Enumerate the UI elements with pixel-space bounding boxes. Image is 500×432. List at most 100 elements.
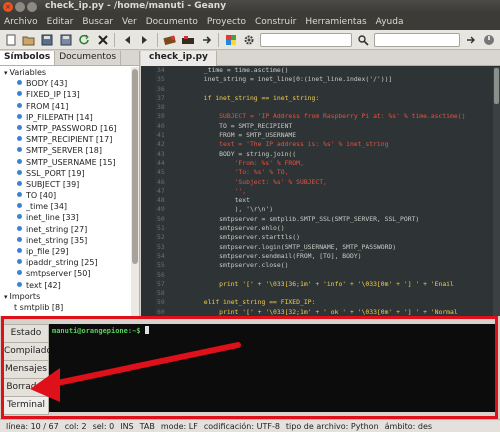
code-area[interactable]: 34 _time = time.asctime() 35 inet_string … [157, 66, 493, 316]
code-line[interactable]: 40 TO = SMTP_RECIPIENT [157, 122, 493, 131]
tab-borrador[interactable]: Borrador [3, 378, 49, 397]
quit-icon[interactable] [482, 32, 497, 48]
editor-scrollbar[interactable] [493, 67, 500, 316]
code-line[interactable]: 37 if inet_string == inet_string: [157, 94, 493, 103]
code-line[interactable]: 59 elif inet_string == FIXED_IP: [157, 298, 493, 307]
code-line[interactable]: 54 smtpserver.sendmail(FROM, [TO], BODY) [157, 252, 493, 261]
save-all-icon[interactable] [58, 32, 73, 48]
scrollbar-thumb[interactable] [494, 68, 499, 104]
close-icon[interactable] [95, 32, 110, 48]
code-line[interactable]: 51 smtpserver.ehlo() [157, 224, 493, 233]
tree-item[interactable]: IP_FILEPATH [14] [0, 112, 131, 123]
menu-ayuda[interactable]: Ayuda [376, 17, 404, 27]
tab-mensajes[interactable]: Mensajes [3, 360, 49, 379]
code-line[interactable]: 53 smtpserver.login(SMTP_USERNAME, SMTP_… [157, 243, 493, 252]
tree-item[interactable]: BODY [43] [0, 78, 131, 89]
reload-icon[interactable] [77, 32, 92, 48]
goto-icon[interactable] [463, 32, 478, 48]
code-line[interactable]: 36 [157, 85, 493, 94]
tree-item[interactable]: SMTP_RECIPIENT [17] [0, 134, 131, 145]
menu-editar[interactable]: Editar [47, 17, 74, 27]
line-number: 44 [157, 158, 165, 167]
close-window-button[interactable]: × [3, 2, 13, 12]
code-line[interactable]: 42 text = 'The IP address is: %s' % inet… [157, 140, 493, 149]
code-line[interactable]: 43 BODY = string.join(( [157, 150, 493, 159]
tree-item[interactable]: SSL_PORT [19] [0, 168, 131, 179]
tab-terminal[interactable]: Terminal [3, 396, 49, 415]
tree-item[interactable]: TO [40] [0, 190, 131, 201]
minimize-window-button[interactable] [15, 2, 25, 12]
code-line[interactable]: 49 ), '\r\n') [157, 205, 493, 214]
tree-item[interactable]: inet_string [27] [0, 224, 131, 235]
tree-item[interactable]: inet_line [33] [0, 212, 131, 223]
back-icon[interactable] [119, 32, 134, 48]
code-line[interactable]: 60 print '[' + '\033[32;1m' + ' ok ' + '… [157, 308, 493, 316]
tree-item[interactable]: inet_string [35] [0, 235, 131, 246]
tree-item[interactable]: ip_file [29] [0, 246, 131, 257]
maximize-window-button[interactable] [27, 2, 37, 12]
expander-down-icon[interactable]: ▾ [4, 293, 8, 301]
terminal-prompt: manuti@orangepione:~$ [52, 327, 141, 335]
tree-item[interactable]: SMTP_PASSWORD [16] [0, 123, 131, 134]
open-file-icon[interactable] [21, 32, 36, 48]
code-line[interactable]: 57 print '[' + '\033[36;1m' + 'info' + '… [157, 280, 493, 289]
code-line[interactable]: 58 [157, 289, 493, 298]
terminal-view[interactable]: manuti@orangepione:~$ [49, 324, 495, 412]
expander-down-icon[interactable]: ▾ [4, 69, 8, 77]
tree-item-label: smtpserver [50] [26, 269, 91, 279]
menu-documento[interactable]: Documento [146, 17, 198, 27]
menu-construir[interactable]: Construir [255, 17, 296, 27]
code-line[interactable]: 56 [157, 271, 493, 280]
menu-proyecto[interactable]: Proyecto [207, 17, 246, 27]
code-line[interactable]: 50 smtpserver = smtplib.SMTP_SSL(SMTP_SE… [157, 215, 493, 224]
preferences-icon[interactable] [242, 32, 257, 48]
tab-compilador[interactable]: Compilador [3, 342, 56, 361]
goto-line-field[interactable] [373, 32, 461, 47]
tree-group-variables[interactable]: ▾ Variables [0, 67, 131, 78]
code-line[interactable]: 39 SUBJECT = 'IP Address from Raspberry … [157, 112, 493, 121]
tree-item[interactable]: t smtplib [8] [0, 302, 131, 313]
menu-archivo[interactable]: Archivo [4, 17, 38, 27]
code-editor[interactable]: check_ip.py 34 _time = time.asctime() 35 … [141, 51, 500, 316]
tree-item[interactable]: SMTP_SERVER [18] [0, 145, 131, 156]
build-icon[interactable] [180, 32, 195, 48]
new-file-icon[interactable] [3, 32, 18, 48]
tree-item[interactable]: SMTP_USERNAME [15] [0, 157, 131, 168]
code-line[interactable]: 47 '', [157, 187, 493, 196]
tab-documentos[interactable]: Documentos [55, 51, 122, 65]
code-line[interactable]: 55 smtpserver.close() [157, 261, 493, 270]
menu-buscar[interactable]: Buscar [82, 17, 113, 27]
tree-item[interactable]: _time [34] [0, 201, 131, 212]
execute-icon[interactable] [199, 32, 214, 48]
compile-icon[interactable] [162, 32, 177, 48]
code-line[interactable]: 45 'To: %s' % TO, [157, 168, 493, 177]
color-picker-icon[interactable] [223, 32, 238, 48]
scrollbar-thumb[interactable] [132, 69, 138, 264]
tab-simbolos[interactable]: Símbolos [0, 51, 56, 65]
tab-estado[interactable]: Estado [3, 324, 49, 343]
find-icon[interactable] [355, 32, 370, 48]
tree-item[interactable]: SUBJECT [39] [0, 179, 131, 190]
save-icon[interactable] [40, 32, 55, 48]
code-line[interactable]: 41 FROM = SMTP_USERNAME [157, 131, 493, 140]
tab-check-ip[interactable]: check_ip.py [141, 51, 217, 66]
tree-item[interactable]: text [42] [0, 280, 131, 291]
tree-item[interactable]: FIXED_IP [13] [0, 89, 131, 100]
code-line[interactable]: 48 text [157, 196, 493, 205]
code-line[interactable]: 52 smtpserver.starttls() [157, 233, 493, 242]
code-line[interactable]: 46 'Subject: %s' % SUBJECT, [157, 178, 493, 187]
menu-herramientas[interactable]: Herramientas [305, 17, 366, 27]
menu-ver[interactable]: Ver [122, 17, 137, 27]
search-field[interactable] [259, 32, 353, 47]
code-line[interactable]: 44 'From: %s' % FROM, [157, 159, 493, 168]
sidebar-scrollbar[interactable] [131, 67, 139, 316]
code-line[interactable]: 35 inet_string = inet_line[0:(inet_line.… [157, 75, 493, 84]
forward-icon[interactable] [138, 32, 153, 48]
code-line[interactable]: 34 _time = time.asctime() [157, 66, 493, 75]
tree-item[interactable]: smtpserver [50] [0, 268, 131, 279]
code-line[interactable]: 38 [157, 103, 493, 112]
tree-group-imports[interactable]: ▾ Imports [0, 291, 131, 302]
tree-item[interactable]: FROM [41] [0, 101, 131, 112]
tree-item[interactable]: ipaddr_string [25] [0, 257, 131, 268]
